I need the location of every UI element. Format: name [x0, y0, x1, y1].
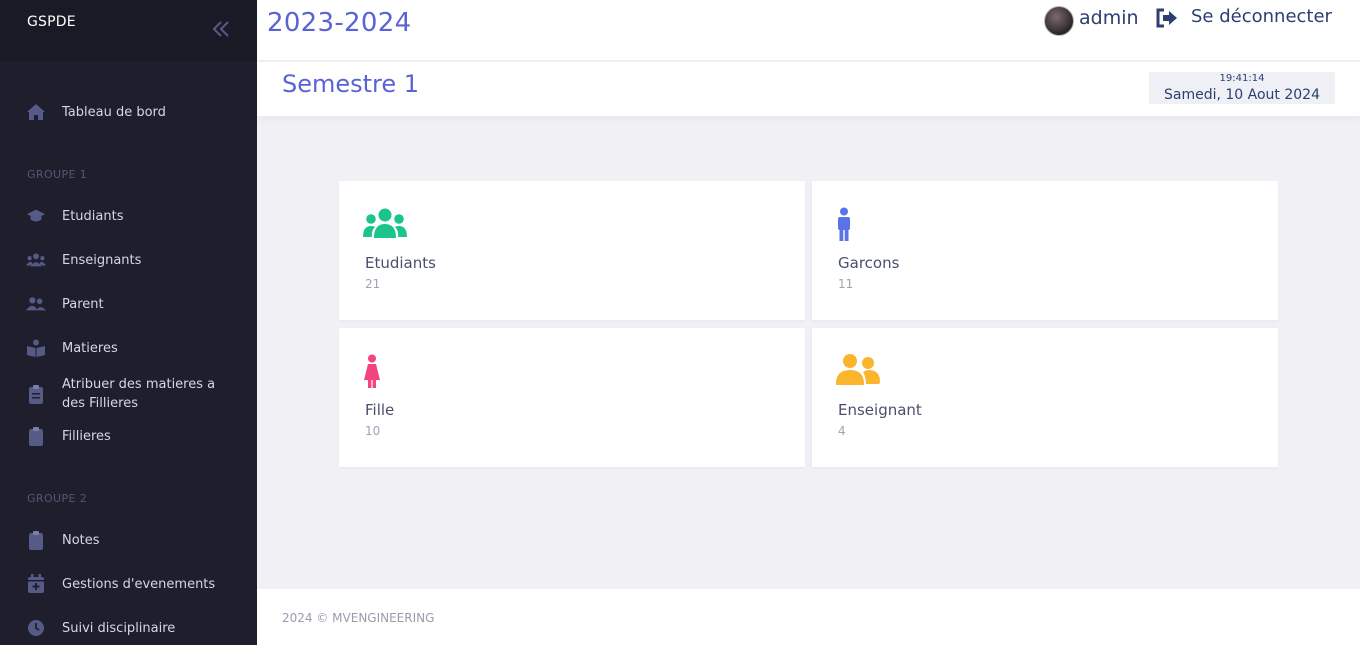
footer: 2024 © MVENGINEERING	[257, 589, 1360, 645]
graduation-cap-icon	[26, 206, 46, 226]
female-icon	[363, 354, 381, 388]
date-time-box: 19:41:14 Samedi, 10 Aout 2024	[1149, 72, 1335, 104]
sidebar-item-discipline[interactable]: Suivi disciplinaire	[0, 618, 257, 638]
sub-header: Semestre 1 19:41:14 Samedi, 10 Aout 2024	[257, 62, 1360, 116]
sidebar-item-label: Fillieres	[62, 428, 111, 444]
sidebar-item-label: Parent	[62, 296, 104, 312]
sidebar-item-students[interactable]: Etudiants	[0, 206, 257, 226]
username[interactable]: admin	[1079, 7, 1139, 29]
logout-button[interactable]: Se déconnecter	[1191, 6, 1332, 27]
male-icon	[836, 207, 852, 241]
stat-label: Fille	[365, 401, 395, 419]
clock-icon	[26, 618, 46, 638]
stat-label: Garcons	[838, 254, 900, 272]
user-friends-icon	[26, 294, 46, 314]
page-title: Semestre 1	[282, 70, 420, 98]
sidebar-item-parent[interactable]: Parent	[0, 294, 257, 314]
top-bar: 2023-2024 admin Se déconnecter	[257, 0, 1360, 61]
sidebar-item-subjects[interactable]: Matieres	[0, 338, 257, 358]
stat-card-students[interactable]: Etudiants 21	[339, 181, 805, 320]
sidebar-item-label: Atribuer des matieres a des Fillieres	[62, 377, 216, 411]
stat-value: 21	[365, 277, 381, 291]
brand-logo: GSPDE	[27, 14, 76, 30]
clock-time: 19:41:14	[1219, 73, 1265, 84]
stat-label: Enseignant	[838, 401, 922, 419]
academic-year: 2023-2024	[267, 8, 412, 38]
stat-label: Etudiants	[365, 254, 436, 272]
calendar-plus-icon	[26, 574, 46, 594]
sidebar-header: GSPDE	[0, 0, 257, 61]
clipboard-icon	[26, 426, 46, 446]
sidebar-item-teachers[interactable]: Enseignants	[0, 250, 257, 270]
stat-card-girls[interactable]: Fille 10	[339, 328, 805, 467]
sidebar-item-label: Gestions d'evenements	[62, 576, 216, 592]
sidebar-item-label: Notes	[62, 532, 100, 548]
clipboard-list-icon	[26, 384, 46, 404]
sidebar-item-events[interactable]: Gestions d'evenements	[0, 574, 257, 594]
copyright-text: 2024 © MVENGINEERING	[282, 611, 435, 625]
stat-card-boys[interactable]: Garcons 11	[812, 181, 1278, 320]
sidebar: GSPDE Tableau de bord GROUPE 1 Etudiants…	[0, 0, 257, 645]
sidebar-item-assign-subjects[interactable]: Atribuer des matieres a des Fillieres	[0, 374, 257, 414]
group-label-2: GROUPE 2	[27, 492, 88, 505]
sidebar-item-dashboard[interactable]: Tableau de bord	[0, 102, 257, 122]
sidebar-item-notes[interactable]: Notes	[0, 530, 257, 550]
sidebar-item-label: Enseignants	[62, 252, 142, 268]
sidebar-item-label: Etudiants	[62, 208, 124, 224]
stat-card-teachers[interactable]: Enseignant 4	[812, 328, 1278, 467]
book-reader-icon	[26, 338, 46, 358]
home-icon	[26, 102, 46, 122]
avatar[interactable]	[1044, 6, 1074, 36]
sidebar-item-label: Matieres	[62, 340, 118, 356]
users-icon	[363, 207, 407, 241]
user-friends-icon	[836, 354, 880, 388]
stat-value: 4	[838, 424, 846, 438]
collapse-sidebar-icon[interactable]	[210, 18, 232, 40]
clipboard-icon	[26, 530, 46, 550]
sidebar-item-branches[interactable]: Fillieres	[0, 426, 257, 446]
stat-value: 10	[365, 424, 381, 438]
sidebar-item-label: Tableau de bord	[62, 104, 166, 120]
sidebar-item-label: Suivi disciplinaire	[62, 620, 176, 636]
stat-value: 11	[838, 277, 854, 291]
current-date: Samedi, 10 Aout 2024	[1164, 87, 1320, 103]
sign-out-icon[interactable]	[1156, 8, 1178, 28]
group-label-1: GROUPE 1	[27, 168, 88, 181]
users-icon	[26, 250, 46, 270]
